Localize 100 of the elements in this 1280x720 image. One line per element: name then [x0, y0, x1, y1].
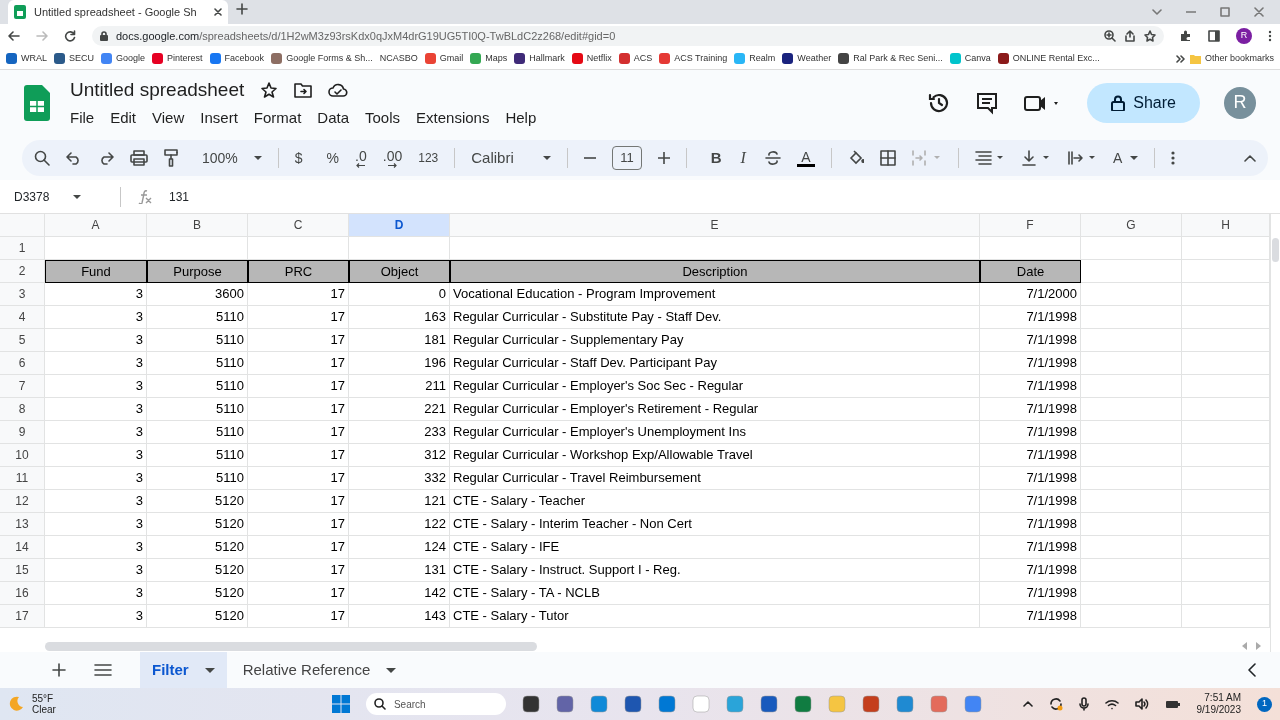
forward-icon[interactable] — [36, 30, 48, 42]
menu-item[interactable]: Help — [505, 106, 537, 129]
scrollbar-thumb[interactable] — [45, 641, 537, 651]
font-size-field[interactable]: 11 — [612, 146, 642, 170]
bookmark[interactable]: Other bookmarks — [1204, 51, 1274, 66]
move-folder-icon[interactable] — [294, 82, 313, 99]
plus-icon[interactable] — [657, 152, 670, 164]
row-header[interactable]: 12 — [0, 490, 45, 513]
cloud-check-icon[interactable] — [328, 83, 349, 98]
bookmark[interactable]: ONLINE Rental Exc... — [1012, 51, 1100, 66]
row-header[interactable]: 1 — [0, 237, 45, 260]
text-color-button[interactable]: A — [796, 149, 815, 167]
bookmark[interactable]: Weather — [797, 51, 832, 66]
empty-cell[interactable] — [1081, 237, 1182, 260]
menu-item[interactable]: Tools — [365, 106, 401, 129]
row-header[interactable]: 14 — [0, 536, 45, 559]
row-header[interactable]: 16 — [0, 582, 45, 605]
menu-item[interactable]: Insert — [200, 106, 238, 129]
bookmark[interactable]: Maps — [485, 51, 508, 66]
italic-button[interactable]: I — [737, 146, 749, 170]
app-icon[interactable] — [657, 695, 676, 713]
empty-cell[interactable] — [1081, 467, 1182, 490]
zoom-select[interactable]: 100% — [202, 147, 238, 169]
document-title[interactable]: Untitled spreadsheet — [70, 76, 245, 105]
column-header[interactable]: F — [980, 214, 1081, 237]
row-header[interactable]: 7 — [0, 375, 45, 398]
empty-cell[interactable] — [1081, 352, 1182, 375]
row-header[interactable]: 4 — [0, 306, 45, 329]
scroll-left-icon[interactable] — [1242, 642, 1248, 650]
collapse-icon[interactable] — [1244, 154, 1256, 162]
row-header[interactable]: 6 — [0, 352, 45, 375]
app-icon[interactable] — [725, 695, 744, 713]
star-icon[interactable] — [1144, 30, 1156, 42]
new-tab-icon[interactable] — [236, 3, 248, 15]
column-header[interactable]: G — [1081, 214, 1182, 237]
empty-cell[interactable] — [1081, 421, 1182, 444]
puzzle-icon[interactable] — [1180, 30, 1192, 42]
sheet-tab[interactable]: Filter — [140, 652, 227, 688]
clock-date[interactable]: 9/19/2023 — [1196, 704, 1241, 716]
bookmark[interactable]: Hallmark — [529, 51, 565, 66]
search-button[interactable]: Search — [365, 693, 506, 715]
add-sheet-icon[interactable] — [52, 663, 66, 677]
search-icon[interactable] — [34, 150, 50, 166]
bookmark[interactable]: Netflix — [586, 51, 612, 66]
bold-button[interactable]: B — [710, 146, 722, 170]
menu-item[interactable]: Data — [317, 106, 349, 129]
bookmark[interactable]: Ral Park & Rec Seni... — [853, 51, 943, 66]
close-icon[interactable] — [214, 8, 222, 16]
address-bar[interactable]: docs.google.com/spreadsheets/d/1H2wM3z93rsKdx0qJxM4drG19UG5TI0Q-TwBLdC2z268/edit#gid=0 — [92, 26, 1164, 46]
currency-format-button[interactable]: $ — [294, 147, 303, 169]
empty-cell[interactable] — [1081, 444, 1182, 467]
number-format-button[interactable]: 123 — [418, 149, 439, 167]
row-header[interactable]: 10 — [0, 444, 45, 467]
scrollbar-thumb[interactable] — [1272, 238, 1279, 262]
menu-item[interactable]: Format — [253, 106, 302, 129]
column-header[interactable]: D — [349, 214, 450, 237]
text-wrap-icon[interactable] — [1066, 150, 1097, 166]
row-header[interactable]: 3 — [0, 283, 45, 306]
vertical-align-icon[interactable] — [1020, 150, 1051, 166]
app-icon[interactable] — [895, 695, 914, 713]
empty-cell[interactable] — [1081, 536, 1182, 559]
column-header[interactable]: E — [450, 214, 980, 237]
zoom-icon[interactable] — [1104, 30, 1116, 42]
empty-cell[interactable] — [1081, 398, 1182, 421]
windows-logo-icon[interactable] — [331, 695, 350, 713]
row-header[interactable]: 8 — [0, 398, 45, 421]
menu-item[interactable]: Edit — [110, 106, 137, 129]
moon-icon[interactable] — [8, 696, 24, 712]
bookmark[interactable]: ACS Training — [674, 51, 728, 66]
row-header[interactable]: 13 — [0, 513, 45, 536]
align-icon[interactable] — [974, 150, 1005, 166]
sync-icon[interactable] — [1048, 697, 1063, 711]
bookmark[interactable]: NCASBO — [379, 51, 418, 66]
bookmark[interactable]: SECU — [69, 51, 95, 66]
row-header[interactable]: 17 — [0, 605, 45, 628]
empty-cell[interactable] — [1081, 329, 1182, 352]
column-header[interactable]: C — [248, 214, 349, 237]
strikethrough-icon[interactable] — [764, 151, 781, 165]
clock-time[interactable]: 7:51 AM — [1204, 692, 1241, 704]
redo-icon[interactable] — [98, 151, 114, 165]
empty-cell[interactable] — [1081, 283, 1182, 306]
borders-icon[interactable] — [879, 150, 896, 166]
scroll-right-icon[interactable] — [1256, 642, 1262, 650]
menu-item[interactable]: File — [70, 106, 95, 129]
more-icon[interactable] — [1171, 151, 1176, 165]
bookmark[interactable]: Gmail — [439, 51, 464, 66]
bookmark[interactable]: Google — [116, 51, 146, 66]
speaker-icon[interactable] — [1134, 698, 1149, 710]
paint-format-icon[interactable] — [164, 149, 178, 167]
row-header[interactable]: 11 — [0, 467, 45, 490]
maximize-icon[interactable] — [1220, 7, 1230, 17]
row-header[interactable]: 5 — [0, 329, 45, 352]
sheets-logo-icon[interactable] — [24, 84, 50, 121]
caret-icon[interactable] — [253, 156, 262, 160]
bookmark[interactable]: Google Forms & Sh... — [286, 51, 373, 66]
empty-cell[interactable] — [1081, 513, 1182, 536]
empty-cell[interactable] — [1081, 605, 1182, 628]
row-header[interactable]: 2 — [0, 260, 45, 283]
side-panel-icon[interactable] — [1208, 30, 1220, 42]
column-header[interactable]: B — [147, 214, 248, 237]
